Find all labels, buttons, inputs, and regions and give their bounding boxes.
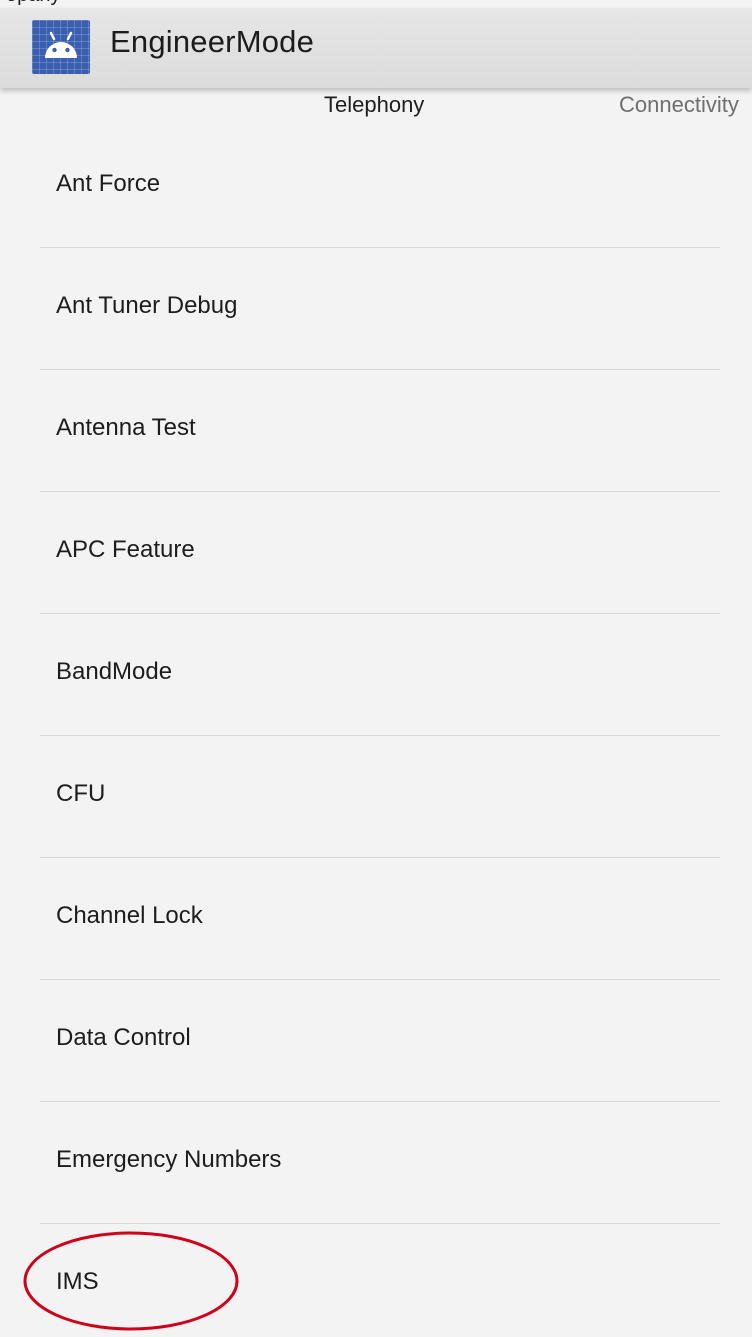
menu-item-emergency-numbers[interactable]: Emergency Numbers bbox=[0, 1102, 752, 1224]
app-bar: EngineerMode bbox=[0, 8, 752, 88]
menu-item-label: Emergency Numbers bbox=[56, 1146, 282, 1173]
menu-item-bandmode[interactable]: BandMode bbox=[0, 614, 752, 736]
menu-item-cfu[interactable]: CFU bbox=[0, 736, 752, 858]
menu-item-label: Ant Force bbox=[56, 170, 161, 197]
menu-item-label: CFU bbox=[56, 780, 106, 807]
menu-item-apc-feature[interactable]: APC Feature bbox=[0, 492, 752, 614]
menu-item-label: Antenna Test bbox=[56, 414, 196, 441]
engineermode-screen: opany EngineerMode Telephony Connectivit… bbox=[0, 0, 752, 1337]
menu-item-label: APC Feature bbox=[56, 536, 195, 563]
menu-item-data-control[interactable]: Data Control bbox=[0, 980, 752, 1102]
menu-item-label: IMS bbox=[56, 1268, 99, 1295]
menu-item-label: Channel Lock bbox=[56, 902, 203, 929]
tab-connectivity[interactable]: Connectivity bbox=[619, 92, 739, 118]
menu-item-label: BandMode bbox=[56, 658, 173, 685]
menu-item-ant-force[interactable]: Ant Force bbox=[0, 126, 752, 248]
menu-item-ims[interactable]: IMS bbox=[0, 1224, 752, 1337]
menu-item-antenna-test[interactable]: Antenna Test bbox=[0, 370, 752, 492]
menu-item-label: Data Control bbox=[56, 1024, 191, 1051]
tab-bar: Telephony Connectivity bbox=[0, 88, 752, 132]
android-robot-icon bbox=[32, 20, 90, 74]
cropped-status-text: opany bbox=[0, 0, 752, 8]
menu-item-label: Ant Tuner Debug bbox=[56, 292, 238, 319]
app-title: EngineerMode bbox=[110, 24, 315, 59]
tab-telephony[interactable]: Telephony bbox=[324, 92, 424, 118]
menu-item-ant-tuner-debug[interactable]: Ant Tuner Debug bbox=[0, 248, 752, 370]
menu-list: Ant Force Ant Tuner Debug Antenna Test A… bbox=[0, 126, 752, 1337]
menu-item-channel-lock[interactable]: Channel Lock bbox=[0, 858, 752, 980]
